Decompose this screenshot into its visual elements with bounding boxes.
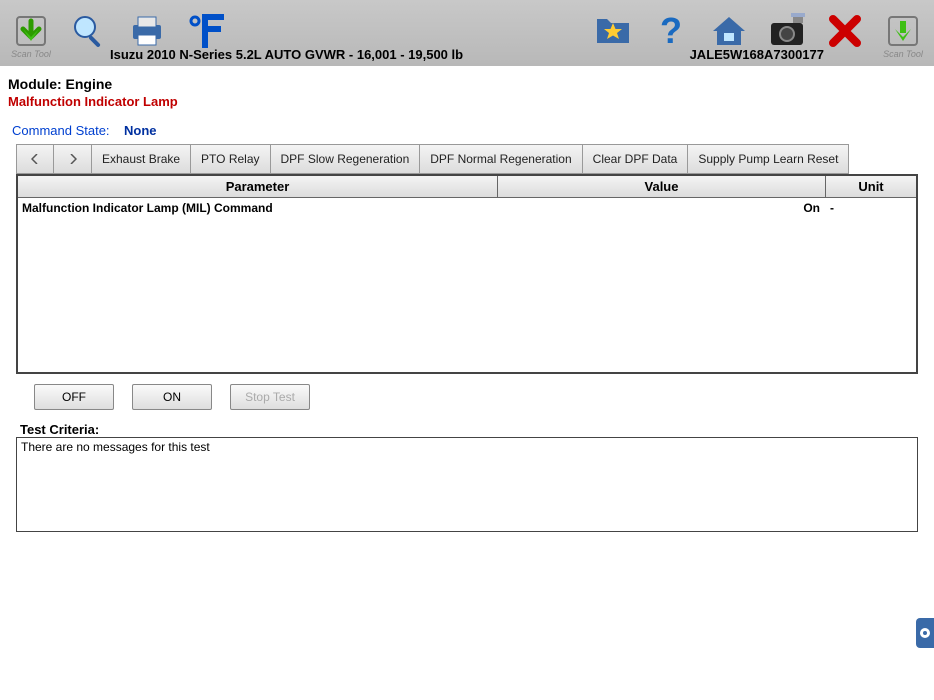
vin-text: JALE5W168A7300177 xyxy=(690,47,824,62)
criteria-label: Test Criteria: xyxy=(8,422,926,437)
favorites-button[interactable] xyxy=(590,11,636,51)
on-button[interactable]: ON xyxy=(132,384,212,410)
tab-dpf-slow-regen[interactable]: DPF Slow Regeneration xyxy=(271,144,421,174)
tab-exhaust-brake[interactable]: Exhaust Brake xyxy=(92,144,191,174)
command-state-value: None xyxy=(124,123,157,138)
cell-parameter: Malfunction Indicator Lamp (MIL) Command xyxy=(18,201,498,215)
side-panel-toggle[interactable] xyxy=(916,618,934,648)
side-tab-icon xyxy=(919,627,931,639)
x-icon xyxy=(825,11,865,51)
scan-tool-left-label: Scan Tool xyxy=(11,49,51,59)
vehicle-info: Isuzu 2010 N-Series 5.2L AUTO GVWR - 16,… xyxy=(110,47,463,62)
house-icon xyxy=(709,11,749,51)
criteria-message: There are no messages for this test xyxy=(21,440,913,454)
tab-supply-pump-learn[interactable]: Supply Pump Learn Reset xyxy=(688,144,849,174)
module-sublabel: Malfunction Indicator Lamp xyxy=(8,94,926,109)
top-toolbar: Scan Tool ? xyxy=(0,0,934,66)
data-table: Parameter Value Unit Malfunction Indicat… xyxy=(16,174,918,374)
scan-tool-right-label: Scan Tool xyxy=(883,49,923,59)
th-value: Value xyxy=(498,176,826,197)
cell-unit: - xyxy=(826,201,916,215)
table-row[interactable]: Malfunction Indicator Lamp (MIL) Command… xyxy=(18,198,916,218)
screenshot-button[interactable] xyxy=(764,11,810,51)
download-arrow-icon xyxy=(883,11,923,51)
cell-value: On xyxy=(498,201,826,215)
tab-dpf-normal-regen[interactable]: DPF Normal Regeneration xyxy=(420,144,582,174)
off-button[interactable]: OFF xyxy=(34,384,114,410)
download-arrow-icon xyxy=(11,11,51,51)
question-icon: ? xyxy=(651,11,691,51)
tab-nav-next[interactable] xyxy=(54,144,92,174)
temp-unit-button[interactable] xyxy=(182,11,228,51)
fahrenheit-icon xyxy=(185,11,225,51)
tab-clear-dpf-data[interactable]: Clear DPF Data xyxy=(583,144,689,174)
tab-pto-relay[interactable]: PTO Relay xyxy=(191,144,270,174)
scan-tool-right[interactable]: Scan Tool xyxy=(880,11,926,59)
folder-star-icon xyxy=(593,11,633,51)
print-button[interactable] xyxy=(124,11,170,51)
command-state-label: Command State: xyxy=(12,123,110,138)
tabs-row: Exhaust Brake PTO Relay DPF Slow Regener… xyxy=(16,144,926,174)
th-unit: Unit xyxy=(826,176,916,197)
printer-icon xyxy=(127,11,167,51)
scan-tool-left[interactable]: Scan Tool xyxy=(8,11,54,59)
close-button[interactable] xyxy=(822,11,868,51)
svg-text:?: ? xyxy=(660,11,682,51)
criteria-box: There are no messages for this test xyxy=(16,437,918,532)
camera-icon xyxy=(767,11,807,51)
th-parameter: Parameter xyxy=(18,176,498,197)
control-buttons: OFF ON Stop Test xyxy=(8,374,926,418)
chevron-right-icon xyxy=(69,154,77,164)
chevron-left-icon xyxy=(31,154,39,164)
table-header: Parameter Value Unit xyxy=(18,176,916,198)
module-label: Module: Engine xyxy=(8,76,926,92)
home-button[interactable] xyxy=(706,11,752,51)
search-button[interactable] xyxy=(66,11,112,51)
tab-nav-prev[interactable] xyxy=(16,144,54,174)
command-state-row: Command State: None xyxy=(12,123,926,138)
help-button[interactable]: ? xyxy=(648,11,694,51)
content-area: Module: Engine Malfunction Indicator Lam… xyxy=(0,66,934,540)
magnifier-icon xyxy=(69,11,109,51)
stop-test-button: Stop Test xyxy=(230,384,310,410)
